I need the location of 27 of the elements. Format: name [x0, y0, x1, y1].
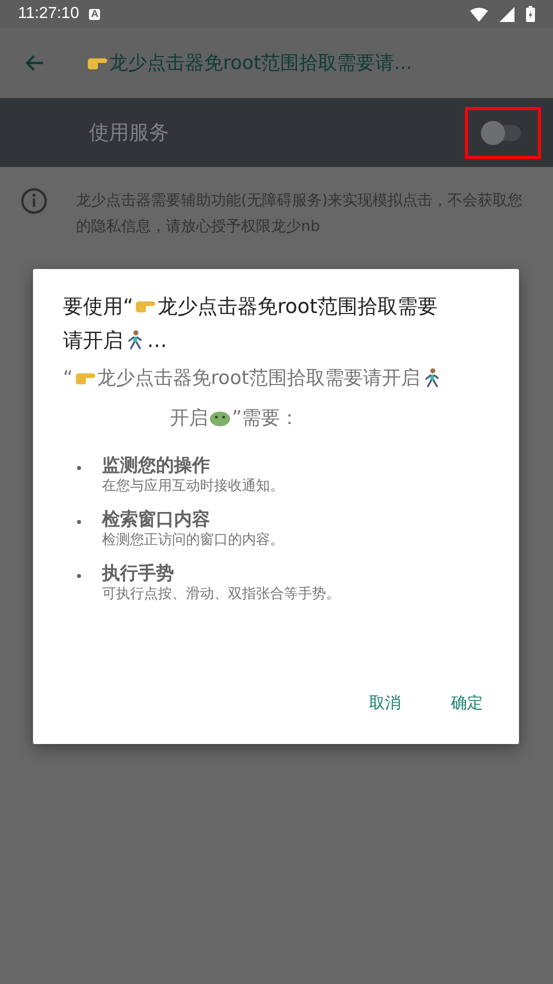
dialog-button[interactable]: 确定: [437, 685, 497, 722]
dialog-button[interactable]: 取消: [355, 685, 415, 722]
subtitle-text: 开启: [170, 406, 208, 431]
permission-description: 检测您正访问的窗口的内容。: [102, 531, 284, 549]
permission-title: 检索窗口内容: [102, 509, 211, 531]
wifi-icon: [470, 6, 488, 22]
info-icon: [20, 187, 48, 215]
permission-description: 可执行点按、滑动、双指张合等手势。: [102, 585, 340, 603]
permission-title: 监测您的操作: [102, 455, 211, 477]
bullet-icon: [77, 466, 81, 470]
subtitle-text: ”需要：: [232, 406, 299, 431]
bullet-icon: [77, 520, 81, 524]
bullet-icon: [77, 574, 81, 578]
subtitle-text: 龙少点击器免root范围拾取需要请开启: [96, 366, 420, 391]
status-time: 11:27:10: [18, 5, 80, 23]
permission-description: 在您与应用互动时接收通知。: [102, 477, 284, 495]
battery-icon: [526, 6, 535, 22]
switch-label: 使用服务: [89, 119, 170, 146]
permission-title: 执行手势: [102, 563, 175, 585]
title-text: 龙少点击器免root范围拾取需要请...: [109, 51, 412, 76]
title-text: 要使用“: [63, 293, 134, 320]
signal-icon: [498, 6, 516, 22]
title-text: 请开启: [63, 327, 123, 354]
notification-badge: A: [89, 8, 100, 20]
title-text: 龙少点击器免root范围拾取需要: [157, 293, 438, 320]
subtitle-text: “: [63, 366, 73, 391]
title-text: …: [147, 327, 167, 354]
